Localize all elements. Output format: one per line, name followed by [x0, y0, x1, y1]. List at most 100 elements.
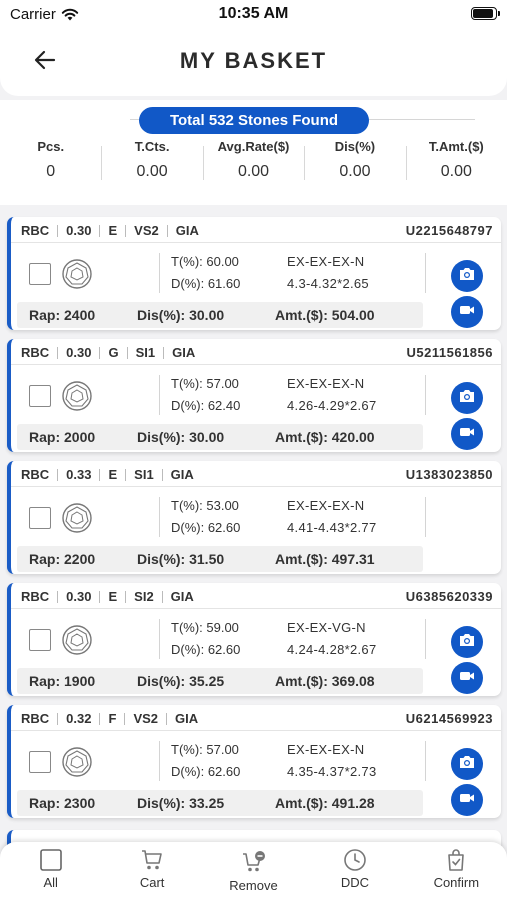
- round-diamond-icon: [61, 258, 93, 290]
- discount: Dis(%): 31.50: [137, 551, 225, 567]
- select-checkbox[interactable]: [29, 629, 51, 651]
- stone-lab: GIA: [170, 589, 194, 604]
- stone-carat: 0.33: [66, 467, 92, 482]
- depth-percent: D(%): 62.60: [171, 764, 241, 779]
- rap-price: Rap: 2000: [29, 429, 96, 445]
- discount: Dis(%): 30.00: [137, 307, 225, 323]
- stone-id: U6385620339: [405, 589, 493, 604]
- page-title: MY BASKET: [179, 48, 328, 73]
- table-percent: T(%): 57.00: [171, 742, 239, 757]
- divider: [159, 497, 160, 537]
- stone-clarity: SI1: [135, 345, 156, 360]
- measurements: 4.41-4.43*2.77: [287, 520, 377, 535]
- battery-icon: [471, 7, 500, 20]
- stone-attributes: RBC 0.32 F VS2 GIA: [21, 711, 198, 726]
- attr-separator: [126, 346, 128, 359]
- stat-label: Dis(%): [334, 139, 376, 154]
- cart-icon: [142, 850, 162, 870]
- attr-separator: [57, 590, 59, 603]
- divider: [425, 375, 426, 415]
- nav-confirm[interactable]: Confirm: [406, 842, 507, 900]
- stone-attributes: RBC 0.30 G SI1 GIA: [21, 345, 195, 360]
- table-percent: T(%): 59.00: [171, 620, 239, 635]
- amount: Amt.($): 491.28: [275, 795, 375, 811]
- stat-total-carats: T.Cts. 0.00: [101, 140, 202, 188]
- divider: [159, 741, 160, 781]
- camera-icon: [458, 631, 476, 654]
- depth-percent: D(%): 62.40: [171, 398, 241, 413]
- round-diamond-icon: [61, 746, 93, 778]
- nav-label: DDC: [340, 875, 369, 890]
- stone-id: U1383023850: [405, 467, 493, 482]
- stone-clarity: SI2: [134, 589, 154, 604]
- attr-separator: [161, 590, 163, 603]
- attr-separator: [99, 346, 101, 359]
- clock-icon: [344, 849, 366, 871]
- measurements: 4.26-4.29*2.67: [287, 398, 377, 413]
- card-header: RBC 0.30 G SI1 GIA U5211561856: [11, 339, 501, 365]
- camera-icon: [458, 387, 476, 410]
- stone-id: U6214569923: [405, 711, 493, 726]
- stone-carat: 0.30: [66, 223, 92, 238]
- stat-label: Pcs.: [37, 139, 65, 154]
- divider: [425, 253, 426, 293]
- attr-separator: [57, 468, 59, 481]
- camera-icon: [458, 753, 476, 776]
- stone-card[interactable]: RBC 0.30 G SI1 GIA U5211561856 T(%): 57.00 D(%)…: [7, 339, 501, 452]
- checkbox-icon: [39, 849, 62, 871]
- camera-button[interactable]: [451, 260, 483, 292]
- price-row: Rap: 2400 Dis(%): 30.00 Amt.($): 504.00: [17, 302, 423, 328]
- attr-separator: [57, 712, 59, 725]
- divider: [159, 253, 160, 293]
- video-button[interactable]: [451, 784, 483, 816]
- stat-value: 0.00: [136, 163, 168, 180]
- video-icon: [458, 667, 476, 690]
- stat-label: T.Cts.: [134, 139, 170, 154]
- stone-id: U2215648797: [405, 223, 493, 238]
- attr-separator: [125, 468, 127, 481]
- attr-separator: [163, 346, 165, 359]
- select-checkbox[interactable]: [29, 507, 51, 529]
- stone-card[interactable]: RBC 0.30 E VS2 GIA U2215648797 T(%): 60.00 D(%)…: [7, 217, 501, 330]
- remove-cart-icon: [242, 851, 265, 872]
- nav-ddc[interactable]: DDC: [304, 842, 405, 900]
- cut-polish-symmetry: EX-EX-EX-N: [287, 254, 365, 269]
- attr-separator: [125, 590, 127, 603]
- camera-button[interactable]: [451, 626, 483, 658]
- video-button[interactable]: [451, 296, 483, 328]
- video-button[interactable]: [451, 662, 483, 694]
- stone-shape: RBC: [21, 711, 50, 726]
- attr-separator: [124, 712, 126, 725]
- price-row: Rap: 2000 Dis(%): 30.00 Amt.($): 420.00: [17, 424, 423, 450]
- divider: [425, 619, 426, 659]
- stat-discount: Dis(%) 0.00: [304, 140, 405, 188]
- stone-clarity: SI1: [134, 467, 154, 482]
- stone-attributes: RBC 0.30 E SI2 GIA: [21, 589, 194, 604]
- camera-button[interactable]: [451, 748, 483, 780]
- camera-button[interactable]: [451, 382, 483, 414]
- select-checkbox[interactable]: [29, 751, 51, 773]
- nav-all[interactable]: All: [0, 842, 101, 900]
- stat-label: Avg.Rate($): [217, 139, 290, 154]
- stat-value: 0.00: [237, 163, 270, 180]
- stone-card[interactable]: RBC 0.32 F VS2 GIA U6214569923 T(%): 57.00 D(%)…: [7, 705, 501, 818]
- depth-percent: D(%): 62.60: [171, 520, 241, 535]
- nav-cart[interactable]: Cart: [101, 842, 202, 900]
- stone-attributes: RBC 0.30 E VS2 GIA: [21, 223, 199, 238]
- depth-percent: D(%): 62.60: [171, 642, 241, 657]
- cut-polish-symmetry: EX-EX-EX-N: [287, 498, 365, 513]
- stone-card[interactable]: RBC 0.33 E SI1 GIA U1383023850 T(%): 53.00 D(%)…: [7, 461, 501, 574]
- attr-separator: [99, 712, 101, 725]
- select-checkbox[interactable]: [29, 263, 51, 285]
- video-button[interactable]: [451, 418, 483, 450]
- nav-remove[interactable]: Remove: [203, 842, 304, 900]
- card-header: RBC 0.30 E VS2 GIA U2215648797: [11, 217, 501, 243]
- discount: Dis(%): 33.25: [137, 795, 225, 811]
- select-checkbox[interactable]: [29, 385, 51, 407]
- stone-color: E: [108, 467, 118, 482]
- divider: [159, 619, 160, 659]
- stone-shape: RBC: [21, 589, 50, 604]
- stone-card[interactable]: RBC 0.30 E SI2 GIA U6385620339 T(%): 59.00 D(%)…: [7, 583, 501, 696]
- cut-polish-symmetry: EX-EX-VG-N: [287, 620, 366, 635]
- stone-color: F: [108, 711, 117, 726]
